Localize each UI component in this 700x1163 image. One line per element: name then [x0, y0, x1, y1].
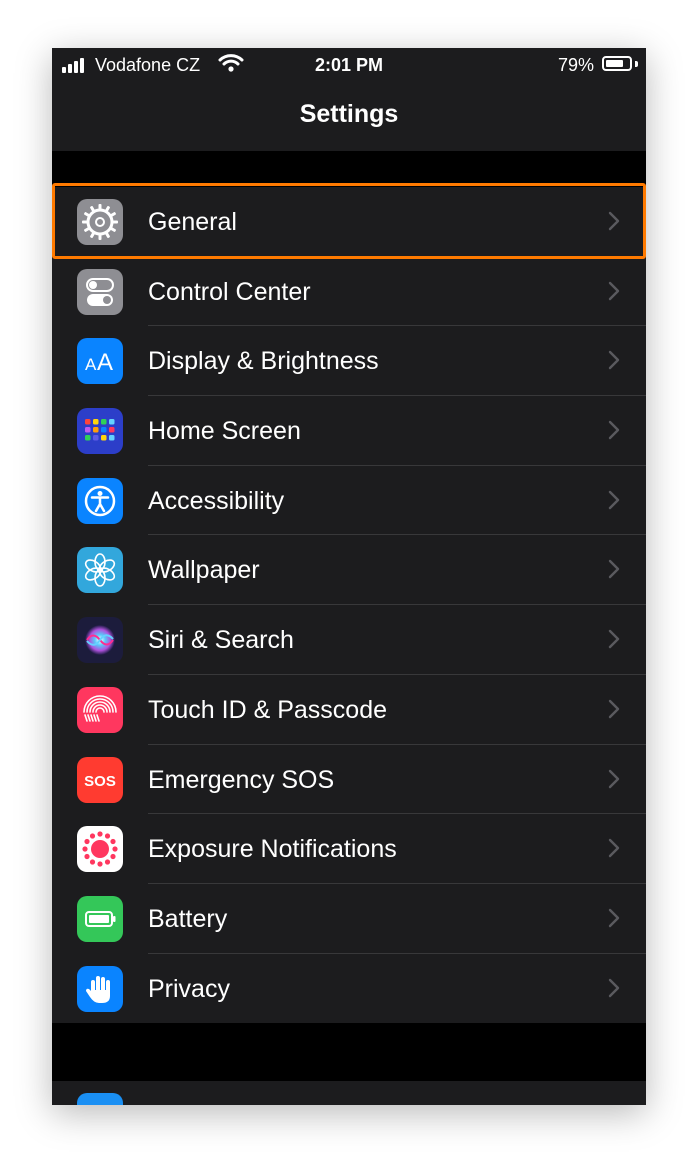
page-title: Settings — [299, 100, 399, 128]
chevron-right-icon — [608, 281, 620, 300]
battery-percentage: 79% — [557, 55, 594, 75]
chevron-right-icon — [608, 490, 620, 509]
settings-row-label: Accessibility — [148, 486, 285, 515]
toggles-icon — [77, 268, 123, 315]
text-size-icon: AA — [77, 338, 123, 385]
settings-row-label: Siri & Search — [148, 626, 294, 655]
settings-row-wallpaper[interactable]: Wallpaper — [52, 535, 646, 606]
settings-list: General Control Center A A Display & Brightn… — [52, 183, 646, 1024]
gear-icon — [77, 199, 123, 245]
settings-row-label: Home Screen — [148, 417, 301, 446]
chevron-right-icon — [608, 908, 620, 928]
settings-row-label: Control Center — [148, 277, 311, 306]
settings-row-general[interactable]: General — [52, 183, 646, 259]
chevron-right-icon — [608, 978, 620, 997]
settings-row-exposure-notifications[interactable]: Exposure Notifications — [52, 814, 646, 884]
hand-icon — [77, 965, 123, 1012]
exposure-icon — [77, 826, 123, 873]
battery-status-icon — [602, 56, 632, 71]
settings-row-label: Wallpaper — [148, 556, 260, 585]
chevron-right-icon — [608, 769, 620, 788]
settings-row-privacy[interactable]: Privacy — [52, 954, 646, 1024]
settings-row-touch-id-and-passcode[interactable]: Touch ID & Passcode — [52, 675, 646, 745]
settings-row-control-center[interactable]: Control Center — [52, 257, 646, 327]
chevron-right-icon — [608, 629, 620, 649]
settings-row-label: General — [148, 208, 237, 236]
settings-row-home-screen[interactable]: Home Screen — [52, 396, 646, 466]
svg-text:SOS: SOS — [84, 773, 116, 790]
accessibility-icon — [77, 477, 123, 524]
settings-row-battery[interactable]: Battery — [52, 884, 646, 954]
partially-visible-app-icon — [77, 1093, 123, 1105]
settings-row-label: Display & Brightness — [148, 347, 379, 376]
settings-row-label: Battery — [148, 904, 228, 933]
clock: 2:01 PM — [314, 55, 384, 75]
settings-row-emergency-sos[interactable]: SOS Emergency SOS — [52, 745, 646, 815]
sos-icon: SOS — [77, 756, 123, 803]
battery-icon — [77, 895, 123, 942]
settings-row-display-and-brightness[interactable]: A A Display & Brightness — [52, 326, 646, 397]
flower-icon — [77, 547, 123, 594]
chevron-right-icon — [608, 699, 620, 719]
settings-row-label: Exposure Notifications — [148, 835, 397, 864]
svg-text:A: A — [85, 355, 97, 374]
chevron-right-icon — [608, 838, 620, 858]
settings-row-siri-and-search[interactable]: Siri & Search — [52, 605, 646, 675]
next-settings-group — [52, 1081, 646, 1105]
siri-icon — [77, 617, 123, 664]
svg-text:A: A — [97, 349, 113, 376]
chevron-right-icon — [608, 420, 620, 440]
highlight-box — [52, 183, 646, 259]
chevron-right-icon — [608, 560, 620, 579]
settings-row-label: Privacy — [148, 974, 230, 1003]
status-bar: Vodafone CZ 2:01 PM 79% — [52, 48, 646, 82]
settings-row-label: Emergency SOS — [148, 765, 335, 794]
chevron-right-icon — [608, 211, 620, 231]
navigation-bar: Settings — [52, 82, 646, 151]
chevron-right-icon — [608, 351, 620, 370]
phone-screen: Vodafone CZ 2:01 PM 79% Settings General… — [52, 48, 646, 1105]
settings-row-accessibility[interactable]: Accessibility — [52, 466, 646, 536]
fingerprint-icon — [77, 686, 123, 733]
settings-row-label: Touch ID & Passcode — [148, 695, 388, 724]
app-grid-icon — [77, 408, 123, 455]
